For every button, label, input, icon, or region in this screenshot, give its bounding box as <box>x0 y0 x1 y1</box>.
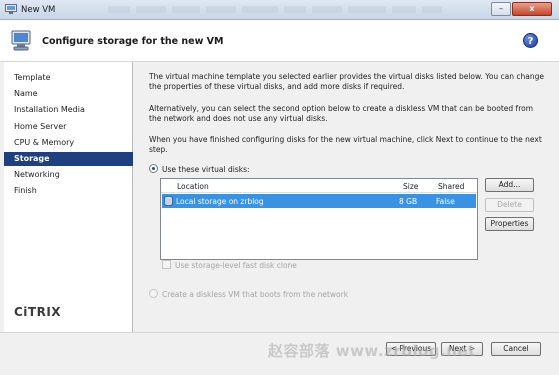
disk-location: Local storage on zrblog <box>176 197 264 206</box>
sidebar-item-storage[interactable]: Storage <box>4 152 133 166</box>
sidebar-item-finish[interactable]: Finish <box>4 184 133 198</box>
add-disk-button[interactable]: Add... <box>485 178 534 192</box>
sidebar-item-template[interactable]: Template <box>4 71 133 85</box>
cancel-button[interactable]: Cancel <box>491 342 541 356</box>
fast-clone-checkbox[interactable] <box>162 260 171 269</box>
page-title: Configure storage for the new VM <box>42 36 224 47</box>
storage-wizard-icon <box>11 30 31 51</box>
wizard-steps-sidebar: Template Name Installation Media Home Se… <box>4 62 133 332</box>
sidebar-item-home-server[interactable]: Home Server <box>4 120 133 134</box>
vm-icon <box>5 4 17 14</box>
window-title: New VM <box>21 5 56 15</box>
minimize-button[interactable]: – <box>491 2 511 16</box>
fast-clone-label: Use storage-level fast disk clone <box>175 261 297 270</box>
virtual-disks-table[interactable]: Location Size Shared Local storage on zr… <box>160 178 478 260</box>
table-header: Location Size Shared <box>161 179 477 193</box>
background-window-tabs <box>108 6 488 15</box>
intro-paragraph: The virtual machine template you selecte… <box>149 72 545 91</box>
window-titlebar[interactable]: New VM – x <box>0 0 559 20</box>
help-icon[interactable]: ? <box>523 33 538 48</box>
sidebar-item-networking[interactable]: Networking <box>4 168 133 182</box>
watermark-text: 赵容部落 www.zrblog.net <box>268 342 476 360</box>
citrix-logo: CiTRIX <box>14 305 62 319</box>
column-header-size[interactable]: Size <box>403 182 418 191</box>
sidebar-item-name[interactable]: Name <box>4 87 133 101</box>
column-header-shared[interactable]: Shared <box>438 182 464 191</box>
use-disks-radio[interactable] <box>149 164 158 173</box>
close-button[interactable]: x <box>512 2 552 16</box>
use-disks-label[interactable]: Use these virtual disks: <box>162 165 250 174</box>
disk-icon <box>164 196 173 206</box>
next-step-paragraph: When you have finished configuring disks… <box>149 135 542 154</box>
disk-properties-button[interactable]: Properties <box>485 217 534 231</box>
table-row[interactable]: Local storage on zrblog 8 GB False <box>162 194 476 208</box>
disk-size: 8 GB <box>399 197 418 206</box>
column-header-location[interactable]: Location <box>177 182 209 191</box>
delete-disk-button[interactable]: Delete <box>485 198 534 212</box>
disk-shared: False <box>436 197 455 206</box>
sidebar-item-cpu-memory[interactable]: CPU & Memory <box>4 136 133 150</box>
diskless-label: Create a diskless VM that boots from the… <box>162 290 349 299</box>
diskless-paragraph: Alternatively, you can select the second… <box>149 104 534 123</box>
diskless-radio[interactable] <box>149 289 158 298</box>
sidebar-item-installation-media[interactable]: Installation Media <box>4 103 133 117</box>
